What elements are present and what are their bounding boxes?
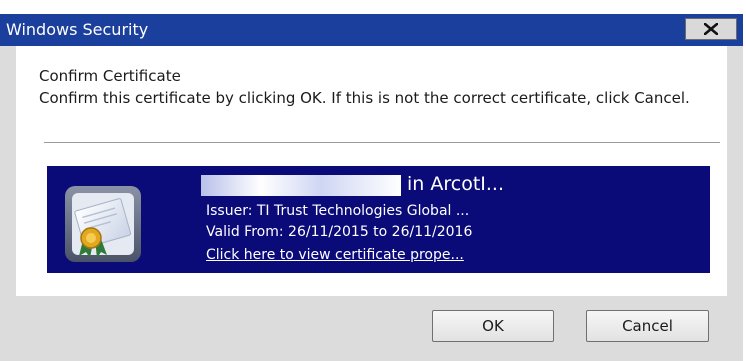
certificate-subject: in ArcotI...	[407, 173, 504, 195]
certificate-tile[interactable]: in ArcotI... Issuer: TI Trust Technologi…	[47, 166, 710, 273]
security-dialog: Windows Security Confirm Certificate Con…	[0, 14, 743, 361]
close-button[interactable]	[685, 18, 737, 40]
redacted-subject	[201, 175, 401, 196]
dialog-content: Confirm Certificate Confirm this certifi…	[16, 46, 727, 296]
dialog-message: Confirm this certificate by clicking OK.…	[39, 89, 690, 107]
title-bar[interactable]: Windows Security	[0, 14, 743, 46]
ok-button[interactable]: OK	[432, 310, 554, 342]
dialog-heading: Confirm Certificate	[39, 67, 181, 85]
background-strip	[0, 0, 746, 14]
window-title: Windows Security	[6, 20, 149, 39]
certificate-issuer: Issuer: TI Trust Technologies Global ...	[206, 203, 470, 219]
view-certificate-link[interactable]: Click here to view certificate prope...	[206, 246, 464, 264]
close-icon	[704, 23, 718, 35]
certificate-icon	[63, 184, 143, 264]
divider	[44, 142, 720, 143]
certificate-validity: Valid From: 26/11/2015 to 26/11/2016	[206, 224, 473, 240]
cancel-button[interactable]: Cancel	[586, 310, 709, 342]
